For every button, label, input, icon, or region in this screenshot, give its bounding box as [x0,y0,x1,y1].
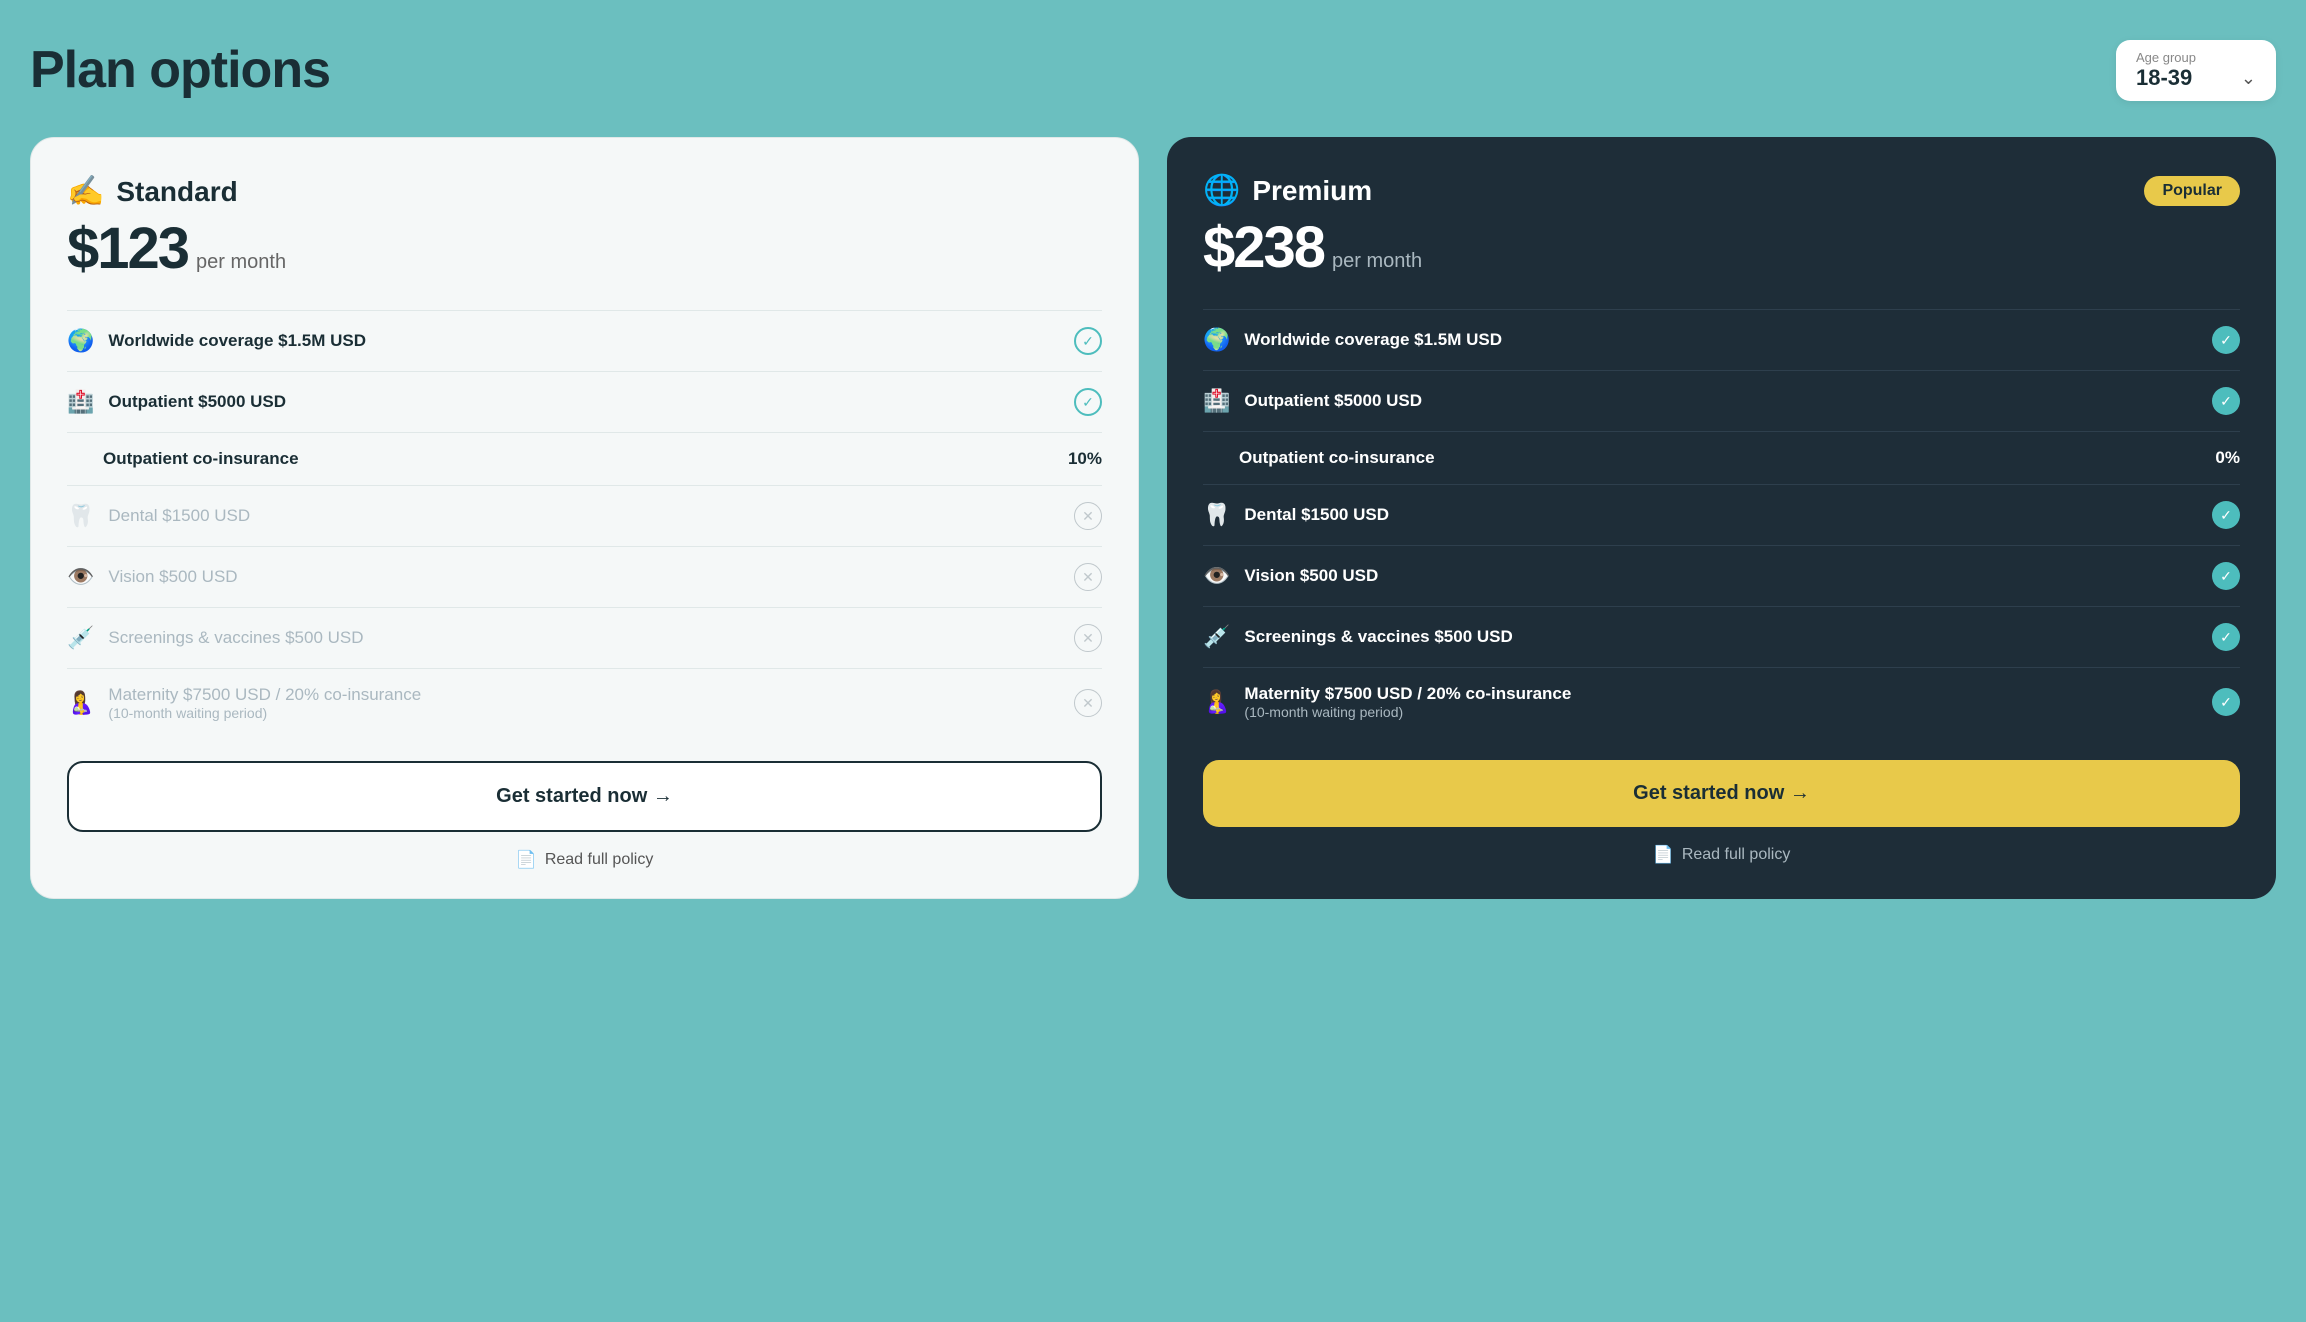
dental-text: Dental $1500 USD [108,506,250,526]
premium-plan-icon: 🌐 [1203,173,1240,208]
p-worldwide-check-icon: ✓ [2212,326,2240,354]
standard-read-policy[interactable]: 📄 Read full policy [67,850,1102,870]
p-worldwide-text: Worldwide coverage $1.5M USD [1244,330,1502,350]
chevron-down-icon: ⌄ [2241,68,2256,89]
standard-feature-vision: 👁️ Vision $500 USD ✕ [67,546,1102,607]
policy-icon: 📄 [516,850,537,870]
vision-check-icon: ✕ [1074,563,1102,591]
standard-feature-maternity: 🤱 Maternity $7500 USD / 20% co-insurance… [67,668,1102,737]
age-group-value: 18-39 [2136,65,2192,91]
p-dental-icon: 🦷 [1203,502,1230,528]
premium-feature-maternity: 🤱 Maternity $7500 USD / 20% co-insurance… [1203,667,2240,736]
age-group-value-row: 18-39 ⌄ [2136,65,2256,91]
maternity-text: Maternity $7500 USD / 20% co-insurance [108,685,421,705]
standard-feature-screenings: 💉 Screenings & vaccines $500 USD ✕ [67,607,1102,668]
standard-feature-dental: 🦷 Dental $1500 USD ✕ [67,485,1102,546]
standard-coinsurance-row: Outpatient co-insurance 10% [67,432,1102,485]
p-outpatient-icon: 🏥 [1203,388,1230,414]
p-maternity-text: Maternity $7500 USD / 20% co-insurance [1244,684,1571,704]
p-vision-icon: 👁️ [1203,563,1230,589]
p-worldwide-icon: 🌍 [1203,327,1230,353]
popular-badge: Popular [2144,176,2240,206]
p-dental-check-icon: ✓ [2212,501,2240,529]
dental-check-icon: ✕ [1074,502,1102,530]
premium-read-policy[interactable]: 📄 Read full policy [1203,845,2240,865]
p-maternity-icon: 🤱 [1203,689,1230,715]
screenings-icon: 💉 [67,625,94,651]
p-screenings-text: Screenings & vaccines $500 USD [1244,627,1512,647]
standard-price-row: $123 per month [67,215,1102,282]
standard-feature-worldwide: 🌍 Worldwide coverage $1.5M USD ✓ [67,310,1102,371]
standard-plan-header: ✍️ Standard [67,174,1102,209]
p-outpatient-check-icon: ✓ [2212,387,2240,415]
standard-plan-card: ✍️ Standard $123 per month 🌍 Worldwide c… [30,137,1139,899]
premium-plan-card: 🌐 Premium Popular $238 per month 🌍 World… [1167,137,2276,899]
standard-plan-icon: ✍️ [67,174,104,209]
standard-name-row: ✍️ Standard [67,174,238,209]
p-screenings-icon: 💉 [1203,624,1230,650]
p-maternity-subtext: (10-month waiting period) [1244,704,1571,720]
premium-feature-screenings: 💉 Screenings & vaccines $500 USD ✓ [1203,606,2240,667]
page-header: Plan options Age group 18-39 ⌄ [30,40,2276,101]
premium-feature-outpatient: 🏥 Outpatient $5000 USD ✓ [1203,370,2240,431]
maternity-icon: 🤱 [67,690,94,716]
plans-container: ✍️ Standard $123 per month 🌍 Worldwide c… [30,137,2276,899]
p-policy-icon: 📄 [1653,845,1674,865]
standard-plan-name: Standard [116,176,237,208]
premium-coinsurance-row: Outpatient co-insurance 0% [1203,431,2240,484]
maternity-subtext: (10-month waiting period) [108,705,421,721]
premium-feature-vision: 👁️ Vision $500 USD ✓ [1203,545,2240,606]
p-dental-text: Dental $1500 USD [1244,505,1389,525]
p-coinsurance-value: 0% [2215,448,2240,468]
worldwide-text: Worldwide coverage $1.5M USD [108,331,366,351]
standard-cta-button[interactable]: Get started now → [67,761,1102,832]
screenings-check-icon: ✕ [1074,624,1102,652]
age-group-label: Age group [2136,50,2196,65]
coinsurance-value: 10% [1068,449,1102,469]
worldwide-icon: 🌍 [67,328,94,354]
vision-icon: 👁️ [67,564,94,590]
standard-period: per month [196,251,286,274]
premium-price-row: $238 per month [1203,214,2240,281]
outpatient-icon: 🏥 [67,389,94,415]
worldwide-check-icon: ✓ [1074,327,1102,355]
p-screenings-check-icon: ✓ [2212,623,2240,651]
premium-name-row: 🌐 Premium [1203,173,1372,208]
p-maternity-check-icon: ✓ [2212,688,2240,716]
outpatient-check-icon: ✓ [1074,388,1102,416]
p-vision-text: Vision $500 USD [1244,566,1378,586]
premium-plan-name: Premium [1252,175,1372,207]
premium-policy-label: Read full policy [1682,846,1791,864]
standard-policy-label: Read full policy [545,851,654,869]
standard-price: $123 [67,215,188,282]
p-coinsurance-label: Outpatient co-insurance [1239,448,1435,468]
premium-cta-button[interactable]: Get started now → [1203,760,2240,827]
maternity-check-icon: ✕ [1074,689,1102,717]
premium-feature-dental: 🦷 Dental $1500 USD ✓ [1203,484,2240,545]
dental-icon: 🦷 [67,503,94,529]
p-outpatient-text: Outpatient $5000 USD [1244,391,1422,411]
premium-feature-worldwide: 🌍 Worldwide coverage $1.5M USD ✓ [1203,309,2240,370]
vision-text: Vision $500 USD [108,567,237,587]
premium-feature-list: 🌍 Worldwide coverage $1.5M USD ✓ 🏥 Outpa… [1203,309,2240,736]
standard-feature-outpatient: 🏥 Outpatient $5000 USD ✓ [67,371,1102,432]
screenings-text: Screenings & vaccines $500 USD [108,628,363,648]
premium-plan-header: 🌐 Premium Popular [1203,173,2240,208]
standard-feature-list: 🌍 Worldwide coverage $1.5M USD ✓ 🏥 Outpa… [67,310,1102,737]
coinsurance-label: Outpatient co-insurance [103,449,299,469]
premium-period: per month [1332,250,1422,273]
page-title: Plan options [30,40,330,100]
outpatient-text: Outpatient $5000 USD [108,392,286,412]
p-vision-check-icon: ✓ [2212,562,2240,590]
age-group-selector[interactable]: Age group 18-39 ⌄ [2116,40,2276,101]
premium-price: $238 [1203,214,1324,281]
